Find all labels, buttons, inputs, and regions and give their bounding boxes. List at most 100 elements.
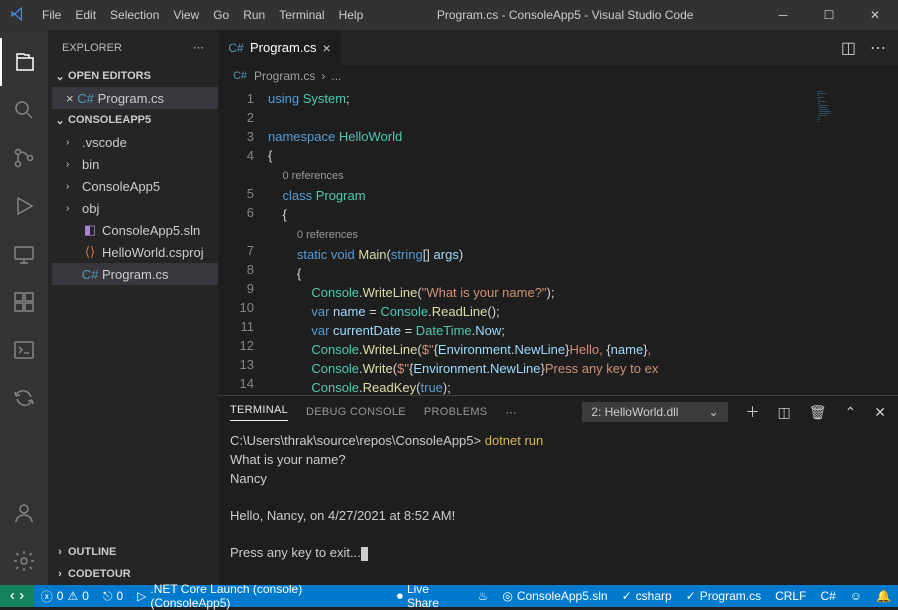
editor-group: C# Program.cs × ◫ ⋯ C# Program.cs › ... … [218,30,898,585]
folder-bin[interactable]: ›bin [52,153,218,175]
account-icon[interactable] [0,489,48,537]
terminal-command: dotnet run [485,433,544,448]
launch-label: .NET Core Launch (console) (ConsoleApp5) [150,582,383,610]
new-terminal-icon[interactable]: ＋ [746,402,760,422]
broadcast-icon: ⎋ [103,589,113,604]
sln-file-icon: ◧ [82,222,98,238]
file-csproj[interactable]: ⟨⟩HelloWorld.csproj [52,241,218,263]
terminal-selector[interactable]: 2: HelloWorld.dll⌄ [582,402,727,422]
status-file[interactable]: ✓ Program.cs [679,585,768,607]
csharp-label: csharp [636,589,672,603]
terminal-activity-icon[interactable] [0,326,48,374]
maximize-panel-icon[interactable]: ⌃ [845,404,857,421]
warning-count: 0 [82,589,89,603]
folder-consoleapp5[interactable]: ›ConsoleApp5 [52,175,218,197]
status-flame[interactable]: ♨ [471,585,496,607]
breadcrumb[interactable]: C# Program.cs › ... [218,65,898,87]
breadcrumb-more: ... [331,69,341,83]
file-sln[interactable]: ◧ConsoleApp5.sln [52,219,218,241]
remote-indicator[interactable] [0,585,34,607]
explorer-more-icon[interactable]: ⋯ [193,41,204,54]
check-icon: ✓ [686,589,696,603]
menu-selection[interactable]: Selection [103,8,166,22]
settings-gear-icon[interactable] [0,537,48,585]
close-icon[interactable]: × [66,91,74,106]
minimize-button[interactable]: ─ [760,0,806,30]
status-notifications[interactable]: 🔔 [869,585,898,607]
close-button[interactable]: ✕ [852,0,898,30]
panel-tab-terminal[interactable]: TERMINAL [230,404,288,421]
csharp-file-icon: C# [228,41,244,55]
editor-tabs: C# Program.cs × ◫ ⋯ [218,30,898,65]
tab-program[interactable]: C# Program.cs × [218,30,342,65]
csharp-file-icon: C# [82,267,98,282]
maximize-button[interactable]: ☐ [806,0,852,30]
source-control-icon[interactable] [0,134,48,182]
close-tab-icon[interactable]: × [322,40,330,56]
menu-run[interactable]: Run [236,8,272,22]
panel-tab-problems[interactable]: PROBLEMS [424,406,488,418]
remote-explorer-icon[interactable] [0,230,48,278]
terminal-prompt: C:\Users\thrak\source\repos\ConsoleApp5> [230,433,485,448]
more-actions-icon[interactable]: ⋯ [870,38,886,58]
file-program[interactable]: C#Program.cs [52,263,218,285]
status-ports[interactable]: ⎋0 [96,585,130,607]
file-label: Program.cs [700,589,761,603]
code-editor[interactable]: 123456789101112131415 using System; name… [218,87,898,395]
search-icon[interactable] [0,86,48,134]
liveshare-icon: ⏺ [397,589,403,604]
status-sln[interactable]: ◎ConsoleApp5.sln [495,585,614,607]
extensions-icon[interactable] [0,278,48,326]
terminal-output[interactable]: C:\Users\thrak\source\repos\ConsoleApp5>… [218,428,898,585]
run-debug-icon[interactable] [0,182,48,230]
sync-icon[interactable] [0,374,48,422]
menu-terminal[interactable]: Terminal [272,8,331,22]
status-feedback[interactable]: ☺ [843,585,869,607]
explorer-sidebar: EXPLORER ⋯ ⌄OPEN EDITORS × C# Program.cs… [48,30,218,585]
open-editor-item[interactable]: × C# Program.cs [52,87,218,109]
panel-more-icon[interactable]: ⋯ [505,406,516,419]
chevron-right-icon: › [66,159,78,170]
menu-go[interactable]: Go [206,8,236,22]
status-csharp[interactable]: ✓csharp [615,585,679,607]
menu-file[interactable]: File [35,8,68,22]
close-panel-icon[interactable]: ✕ [874,404,886,421]
codelens[interactable]: 0 references [282,170,343,182]
explorer-title: EXPLORER [62,42,122,54]
explorer-icon[interactable] [0,38,48,86]
activity-bar [0,30,48,585]
status-problems[interactable]: ⓧ0⚠0 [34,585,96,607]
menu-view[interactable]: View [166,8,206,22]
file-label: HelloWorld.csproj [102,245,204,260]
minimap[interactable]: ▬▬▬▬▬▬▬▬▬ ▬▬▬ ▬ ▬▬▬▬ ▬ ▬▬▬▬▬ ▬▬▬▬ ▬▬▬▬▬ … [813,87,898,395]
kill-terminal-icon[interactable]: 🗑 [809,404,827,421]
title-bar: File Edit Selection View Go Run Terminal… [0,0,898,30]
port-count: 0 [116,589,123,603]
menu-bar: File Edit Selection View Go Run Terminal… [35,8,370,22]
warning-icon: ⚠ [67,589,78,603]
menu-edit[interactable]: Edit [68,8,103,22]
error-icon: ⓧ [41,588,53,605]
status-launch[interactable]: ▷.NET Core Launch (console) (ConsoleApp5… [130,585,390,607]
chevron-down-icon: ⌄ [52,114,68,127]
code-content[interactable]: using System; namespace HelloWorld { 0 r… [268,87,898,395]
status-liveshare[interactable]: ⏺Live Share [390,585,471,607]
folder-vscode[interactable]: ›.vscode [52,131,218,153]
feedback-icon: ☺ [850,589,862,603]
outline-section[interactable]: ›OUTLINE [48,541,218,563]
status-language[interactable]: C# [813,585,842,607]
workspace-section[interactable]: ⌄CONSOLEAPP5 [48,109,218,131]
codelens[interactable]: 0 references [297,229,358,241]
split-terminal-icon[interactable]: ◫ [778,404,791,421]
status-eol[interactable]: CRLF [768,585,813,607]
target-icon: ◎ [502,589,512,603]
folder-label: obj [82,201,99,216]
split-editor-icon[interactable]: ◫ [841,38,856,58]
menu-help[interactable]: Help [332,8,371,22]
panel-tab-debug[interactable]: DEBUG CONSOLE [306,406,406,418]
terminal-cursor [361,547,368,561]
open-editors-section[interactable]: ⌄OPEN EDITORS [48,65,218,87]
breadcrumb-file: Program.cs [254,69,315,83]
open-editors-label: OPEN EDITORS [68,70,151,82]
folder-obj[interactable]: ›obj [52,197,218,219]
